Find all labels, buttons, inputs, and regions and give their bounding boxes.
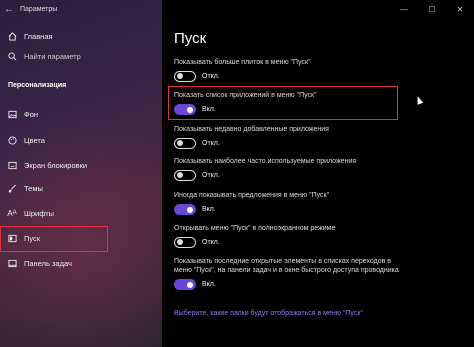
sidebar-item-label: Цвета [24,135,45,145]
brush-icon [0,184,24,193]
home-icon [0,31,24,41]
app-title: Параметры [20,5,58,13]
toggle-state: Откл. [202,172,220,179]
setting-label: Показывать последние открытые элементы в… [174,258,399,274]
setting-jump-lists: Показывать последние открытые элементы в… [174,257,402,290]
toggle-switch[interactable] [174,138,196,149]
sidebar-item-label: Панель задач [24,258,72,268]
setting-label: Показывать недавно добавленные приложени… [174,126,329,133]
toggle-state: Вкл. [202,281,216,288]
minimize-button[interactable]: — [390,0,418,18]
lock-screen-icon [0,161,24,170]
setting-label: Показывать больше плиток в меню "Пуск" [174,59,311,66]
image-icon [0,110,24,119]
window-controls: — ☐ ✕ [390,0,474,18]
title-bar: ← Параметры [0,0,162,18]
palette-icon [0,135,24,145]
toggle-switch[interactable] [174,279,196,290]
sidebar: ← Параметры Главная Найти параметр Персо… [0,0,162,347]
search-icon [0,51,24,61]
toggle-switch[interactable] [174,170,196,181]
back-arrow-icon[interactable]: ← [0,0,18,18]
sidebar-item-label: Темы [24,183,43,193]
sidebar-item-label: Главная [24,31,53,41]
main-panel: — ☐ ✕ Пуск Показывать больше плиток в ме… [162,0,474,347]
sidebar-item-label: Экран блокировки [24,160,88,170]
font-icon: AA [7,208,17,218]
toggle-state: Откл. [202,239,220,246]
toggle-switch[interactable] [174,204,196,215]
setting-recently-added: Показывать недавно добавленные приложени… [174,125,414,149]
maximize-button[interactable]: ☐ [418,0,446,18]
sidebar-item-lock-screen[interactable]: Экран блокировки [0,155,162,175]
close-button[interactable]: ✕ [446,0,474,18]
highlight-start-item [0,226,108,252]
taskbar-icon [0,259,24,268]
setting-label: Иногда показывать предложения в меню "Пу… [174,192,330,199]
search-field[interactable]: Найти параметр [0,46,162,66]
search-placeholder: Найти параметр [24,51,81,61]
setting-label: Показывать наиболее часто используемые п… [174,158,357,165]
choose-folders-link[interactable]: Выберите, какие папки будут отображаться… [174,310,363,317]
setting-label: Открывать меню "Пуск" в полноэкранном ре… [174,225,336,232]
sidebar-item-home[interactable]: Главная [0,26,162,46]
sidebar-item-label: Фон [24,109,39,119]
toggle-state: Вкл. [202,206,216,213]
sidebar-item-themes[interactable]: Темы [0,178,162,198]
highlight-app-list-setting [168,86,398,120]
toggle-state: Откл. [202,140,220,147]
toggle-switch[interactable] [174,237,196,248]
sidebar-item-label: Шрифты [24,208,55,218]
setting-fullscreen: Открывать меню "Пуск" в полноэкранном ре… [174,224,414,248]
page-title: Пуск [174,30,207,47]
sidebar-item-colors[interactable]: Цвета [0,130,162,150]
setting-most-used: Показывать наиболее часто используемые п… [174,157,414,181]
sidebar-item-fonts[interactable]: AA Шрифты [0,203,162,223]
section-heading: Персонализация [8,82,67,89]
setting-more-tiles: Показывать больше плиток в меню "Пуск" О… [174,58,414,82]
setting-suggestions: Иногда показывать предложения в меню "Пу… [174,191,414,215]
toggle-state: Откл. [202,73,220,80]
sidebar-item-background[interactable]: Фон [0,104,162,124]
sidebar-item-taskbar[interactable]: Панель задач [0,253,162,273]
toggle-switch[interactable] [174,71,196,82]
